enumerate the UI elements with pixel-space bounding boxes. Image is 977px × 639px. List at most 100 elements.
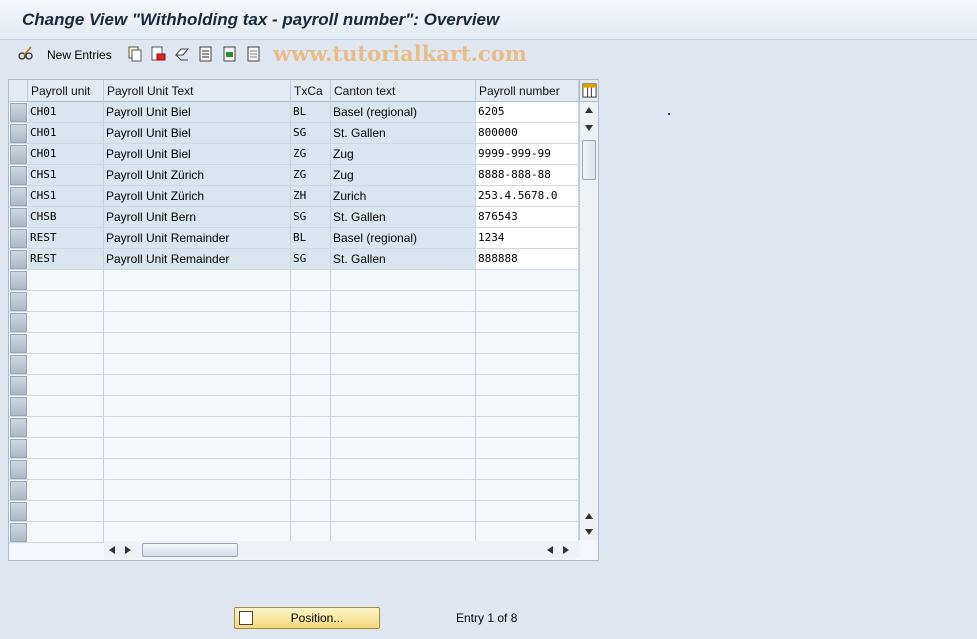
undo-icon[interactable] (174, 46, 190, 62)
select-all-icon[interactable] (198, 46, 214, 62)
table-row[interactable] (9, 522, 579, 543)
scroll-up-bottom-icon[interactable] (584, 512, 594, 520)
scroll-up-icon[interactable] (584, 106, 594, 114)
row-selector[interactable] (10, 460, 27, 479)
col-header-payroll-number[interactable]: Payroll number (476, 80, 579, 102)
cell-payroll-number[interactable] (476, 312, 579, 332)
scroll-right-icon[interactable] (124, 545, 132, 555)
position-button[interactable]: Position... (234, 607, 380, 629)
col-header-canton-text[interactable]: Canton text (331, 80, 476, 102)
cell-payroll-number[interactable] (476, 354, 579, 374)
table-row[interactable] (9, 333, 579, 354)
col-header-payroll-unit[interactable]: Payroll unit (28, 80, 104, 102)
cell-payroll-unit-text (104, 270, 291, 290)
row-selector[interactable] (10, 334, 27, 353)
cell-payroll-number[interactable] (476, 480, 579, 500)
cell-payroll-unit (28, 522, 104, 542)
vertical-scrollbar[interactable] (579, 102, 598, 540)
cell-txca: SG (291, 249, 331, 269)
cell-payroll-number[interactable] (476, 438, 579, 458)
scroll-left-end-icon[interactable] (546, 545, 554, 555)
table-row[interactable] (9, 375, 579, 396)
row-selector[interactable] (10, 187, 27, 206)
table-row[interactable]: REST Payroll Unit Remainder BL Basel (regio… (9, 228, 579, 249)
new-entries-button[interactable]: New Entries (47, 48, 112, 62)
table-row[interactable] (9, 291, 579, 312)
table-row[interactable]: CH01 Payroll Unit Biel SG St. Gallen 800000 (9, 123, 579, 144)
select-all-header[interactable] (9, 80, 28, 102)
table-row[interactable] (9, 501, 579, 522)
table-row[interactable]: CH01 Payroll Unit Biel ZG Zug 9999-999-99 (9, 144, 579, 165)
row-selector[interactable] (10, 292, 27, 311)
vertical-scroll-thumb[interactable] (582, 140, 596, 180)
row-selector[interactable] (10, 124, 27, 143)
cell-payroll-number[interactable]: 6205 (476, 102, 579, 122)
cell-payroll-number[interactable] (476, 333, 579, 353)
cell-payroll-number[interactable]: 8888-888-88 (476, 165, 579, 185)
table-row[interactable]: REST Payroll Unit Remainder SG St. Gallen 88… (9, 249, 579, 270)
scroll-down-icon[interactable] (584, 124, 594, 132)
edit-glasses-icon[interactable] (18, 46, 34, 62)
horizontal-scrollbar[interactable] (104, 541, 579, 558)
scroll-left-icon[interactable] (108, 545, 116, 555)
cell-payroll-number[interactable] (476, 396, 579, 416)
table-row[interactable] (9, 438, 579, 459)
table-row[interactable]: CHS1 Payroll Unit Zürich ZH Zurich 253.4.567… (9, 186, 579, 207)
cell-payroll-number[interactable]: 1234 (476, 228, 579, 248)
table-row[interactable]: CHS1 Payroll Unit Zürich ZG Zug 8888-888-88 (9, 165, 579, 186)
cell-payroll-number[interactable]: 253.4.5678.0 (476, 186, 579, 206)
cell-payroll-number[interactable] (476, 417, 579, 437)
row-selector[interactable] (10, 523, 27, 542)
row-selector[interactable] (10, 166, 27, 185)
cell-payroll-number[interactable] (476, 522, 579, 542)
scroll-right-end-icon[interactable] (562, 545, 570, 555)
deselect-all-icon[interactable] (246, 46, 262, 62)
table-row[interactable] (9, 354, 579, 375)
col-header-payroll-unit-text[interactable]: Payroll Unit Text (104, 80, 291, 102)
row-selector[interactable] (10, 418, 27, 437)
cell-payroll-number[interactable]: 800000 (476, 123, 579, 143)
row-selector[interactable] (10, 145, 27, 164)
table-row[interactable] (9, 459, 579, 480)
cell-canton-text (331, 438, 476, 458)
cell-payroll-number[interactable] (476, 375, 579, 395)
table-row[interactable] (9, 312, 579, 333)
table-row[interactable] (9, 417, 579, 438)
row-selector[interactable] (10, 229, 27, 248)
table-row[interactable] (9, 396, 579, 417)
entry-counter: Entry 1 of 8 (456, 611, 518, 625)
row-selector[interactable] (10, 502, 27, 521)
scroll-down-bottom-icon[interactable] (584, 528, 594, 536)
row-selector[interactable] (10, 481, 27, 500)
row-selector[interactable] (10, 355, 27, 374)
table-row[interactable] (9, 480, 579, 501)
column-settings-button[interactable] (579, 80, 598, 102)
cell-payroll-number[interactable] (476, 459, 579, 479)
row-selector[interactable] (10, 271, 27, 290)
row-selector[interactable] (10, 313, 27, 332)
table-row[interactable] (9, 270, 579, 291)
cell-payroll-number[interactable] (476, 501, 579, 521)
row-selector[interactable] (10, 376, 27, 395)
cell-payroll-number[interactable]: 9999-999-99 (476, 144, 579, 164)
cell-payroll-unit-text (104, 291, 291, 311)
delete-icon[interactable] (150, 46, 166, 62)
cell-canton-text: Zug (331, 165, 476, 185)
row-selector[interactable] (10, 208, 27, 227)
select-block-icon[interactable] (222, 46, 238, 62)
row-selector[interactable] (10, 439, 27, 458)
cell-payroll-unit-text (104, 459, 291, 479)
row-selector[interactable] (10, 397, 27, 416)
cell-payroll-number[interactable]: 876543 (476, 207, 579, 227)
cell-payroll-number[interactable] (476, 291, 579, 311)
cell-payroll-number[interactable]: 888888 (476, 249, 579, 269)
cell-payroll-number[interactable] (476, 270, 579, 290)
cell-txca: SG (291, 123, 331, 143)
row-selector[interactable] (10, 250, 27, 269)
col-header-txca[interactable]: TxCa (291, 80, 331, 102)
row-selector[interactable] (10, 103, 27, 122)
horizontal-scroll-thumb[interactable] (142, 543, 238, 557)
table-row[interactable]: CHSB Payroll Unit Bern SG St. Gallen 876543 (9, 207, 579, 228)
copy-icon[interactable] (127, 46, 143, 62)
table-row[interactable]: CH01 Payroll Unit Biel BL Basel (regional) 6… (9, 102, 579, 123)
